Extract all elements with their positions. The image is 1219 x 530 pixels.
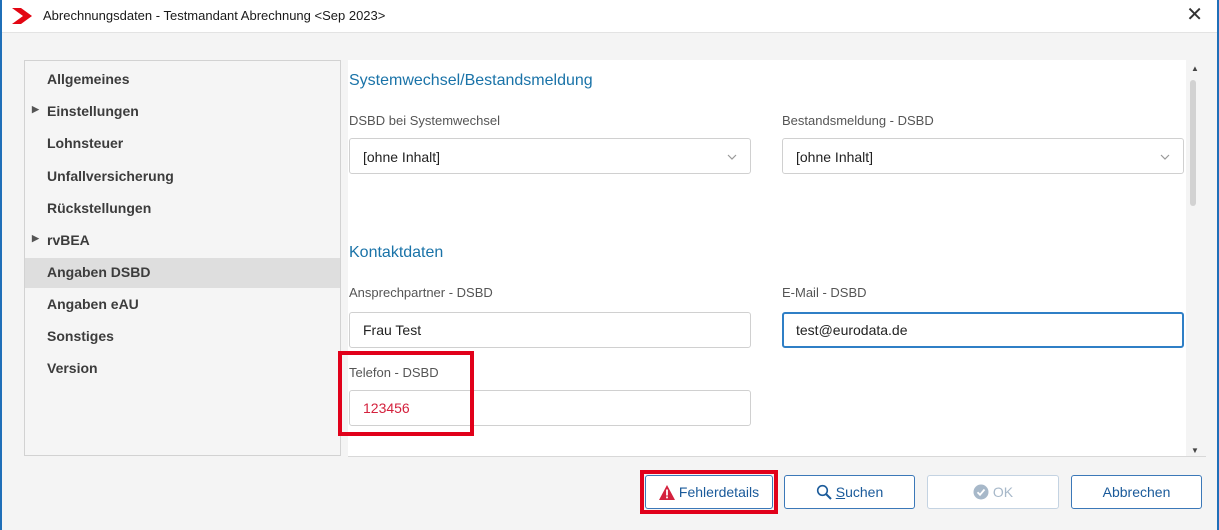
scroll-down-icon[interactable]: ▼ bbox=[1191, 446, 1199, 455]
vertical-scrollbar[interactable]: ▲ ▼ bbox=[1186, 60, 1206, 456]
sidebar-item-unfallversicherung[interactable]: Unfallversicherung bbox=[25, 162, 340, 192]
sidebar-nav: Allgemeines ▶ Einstellungen Lohnsteuer U… bbox=[24, 60, 341, 456]
ansprechpartner-input[interactable]: Frau Test bbox=[349, 312, 751, 348]
sidebar-item-allgemeines[interactable]: Allgemeines bbox=[25, 65, 340, 95]
label-ansprechpartner: Ansprechpartner - DSBD bbox=[349, 285, 493, 300]
suchen-button[interactable]: Suchen bbox=[784, 475, 915, 509]
warning-icon bbox=[658, 485, 675, 500]
sidebar-item-rvbea[interactable]: ▶ rvBEA bbox=[25, 226, 340, 256]
sidebar-item-rueckstellungen[interactable]: Rückstellungen bbox=[25, 194, 340, 224]
form-content: Systemwechsel/Bestandsmeldung DSBD bei S… bbox=[348, 60, 1186, 456]
email-input[interactable]: test@eurodata.de bbox=[782, 312, 1184, 348]
sidebar-item-einstellungen[interactable]: ▶ Einstellungen bbox=[25, 97, 340, 127]
ok-button[interactable]: OK bbox=[927, 475, 1059, 509]
sidebar-item-angaben-dsbd[interactable]: Angaben DSBD bbox=[25, 258, 340, 288]
window-title: Abrechnungsdaten - Testmandant Abrechnun… bbox=[43, 8, 386, 23]
bestandsmeldung-select[interactable]: [ohne Inhalt] bbox=[782, 138, 1184, 174]
sidebar-item-angaben-eau[interactable]: Angaben eAU bbox=[25, 290, 340, 320]
expand-arrow-icon[interactable]: ▶ bbox=[32, 233, 39, 244]
scroll-thumb[interactable] bbox=[1190, 80, 1196, 206]
label-bestandsmeldung: Bestandsmeldung - DSBD bbox=[782, 113, 934, 128]
abbrechen-button[interactable]: Abbrechen bbox=[1071, 475, 1202, 509]
label-email: E-Mail - DSBD bbox=[782, 285, 867, 300]
fehlerdetails-button[interactable]: Fehlerdetails bbox=[645, 475, 773, 509]
search-icon bbox=[816, 484, 832, 500]
sidebar-item-version[interactable]: Version bbox=[25, 354, 340, 384]
chevron-down-icon bbox=[727, 154, 737, 160]
telefon-input[interactable]: 123456 bbox=[349, 390, 751, 426]
scroll-up-icon[interactable]: ▲ bbox=[1191, 64, 1199, 73]
sidebar-item-lohnsteuer[interactable]: Lohnsteuer bbox=[25, 129, 340, 159]
chevron-down-icon bbox=[1160, 154, 1170, 160]
footer-divider bbox=[348, 456, 1206, 457]
section-title-kontaktdaten: Kontaktdaten bbox=[349, 244, 444, 261]
close-icon[interactable]: ✕ bbox=[1186, 3, 1203, 27]
label-telefon: Telefon - DSBD bbox=[349, 365, 439, 380]
app-logo-icon bbox=[12, 8, 32, 24]
sidebar-item-sonstiges[interactable]: Sonstiges bbox=[25, 322, 340, 352]
title-bar: Abrechnungsdaten - Testmandant Abrechnun… bbox=[2, 0, 1217, 33]
expand-arrow-icon[interactable]: ▶ bbox=[32, 104, 39, 115]
dsbd-systemwechsel-select[interactable]: [ohne Inhalt] bbox=[349, 138, 751, 174]
label-dsbd-systemwechsel: DSBD bei Systemwechsel bbox=[349, 113, 500, 128]
section-title-systemwechsel: Systemwechsel/Bestandsmeldung bbox=[349, 72, 593, 89]
check-circle-icon bbox=[973, 484, 989, 500]
